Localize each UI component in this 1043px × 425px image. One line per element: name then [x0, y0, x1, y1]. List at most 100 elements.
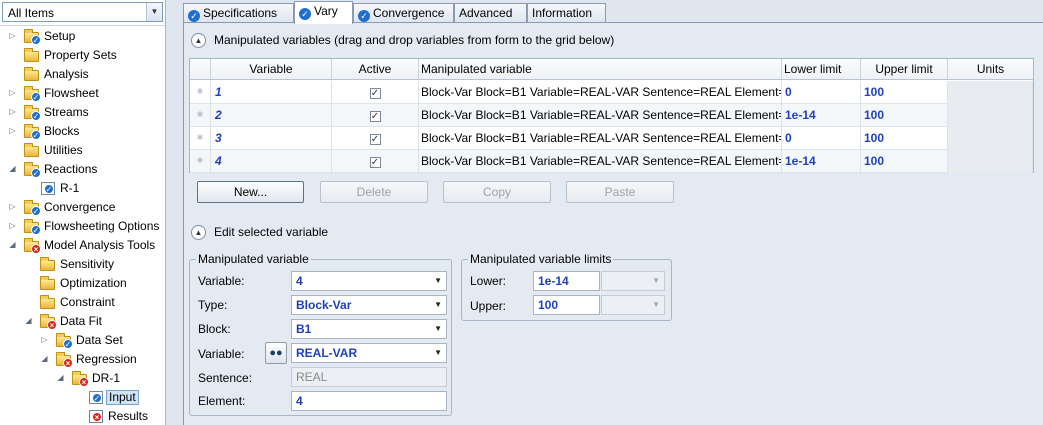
collapsed-triangle-icon[interactable]: ▷: [40, 335, 49, 345]
delete-button[interactable]: Delete: [320, 181, 428, 203]
cell-lower-limit[interactable]: 1e-14: [782, 150, 861, 173]
element-input[interactable]: 4: [291, 391, 447, 411]
tree-item-blocks[interactable]: ▷ ✓ Blocks: [0, 122, 165, 141]
tree-item-label: Constraint: [60, 295, 115, 309]
tree-item-convergence[interactable]: ▷ ✓ Convergence: [0, 198, 165, 217]
tree-item-results[interactable]: × Results: [0, 407, 165, 425]
cell-lower-limit[interactable]: 0: [782, 127, 861, 150]
expanded-triangle-icon[interactable]: ◢: [56, 373, 65, 383]
table-row[interactable]: ✱ 2 ✓ Block-Var Block=B1 Variable=REAL-VAR …: [190, 104, 1033, 127]
collapse-edit-section-icon[interactable]: ▲: [191, 225, 206, 240]
cell-active[interactable]: ✓: [332, 104, 419, 127]
copy-button[interactable]: Copy: [443, 181, 551, 203]
cell-variable[interactable]: 3: [211, 127, 332, 150]
tree-item-r-1[interactable]: ✓ R-1: [0, 179, 165, 198]
cell-lower-limit[interactable]: 1e-14: [782, 104, 861, 127]
tree-item-data-fit[interactable]: ◢ × Data Fit: [0, 312, 165, 331]
tree-item-label: Property Sets: [44, 48, 117, 62]
active-checkbox[interactable]: ✓: [369, 157, 381, 168]
tree-item-constraint[interactable]: Constraint: [0, 293, 165, 312]
collapsed-triangle-icon[interactable]: ▷: [8, 126, 17, 136]
tree-item-model-analysis-tools[interactable]: ◢ × Model Analysis Tools: [0, 236, 165, 255]
lower-input[interactable]: 1e-14: [533, 271, 600, 291]
cell-units: [948, 150, 1033, 173]
cell-manipulated-variable[interactable]: Block-Var Block=B1 Variable=REAL-VAR Sen…: [419, 81, 782, 104]
column-header-manipulated-variable[interactable]: Manipulated variable: [419, 59, 782, 80]
column-header-upper-limit[interactable]: Upper limit: [861, 59, 948, 80]
tree-item-streams[interactable]: ▷ ✓ Streams: [0, 103, 165, 122]
collapsed-triangle-icon[interactable]: ▷: [8, 88, 17, 98]
table-row[interactable]: ✱ 3 ✓ Block-Var Block=B1 Variable=REAL-VAR …: [190, 127, 1033, 150]
tree-item-optimization[interactable]: Optimization: [0, 274, 165, 293]
cell-upper-limit[interactable]: 100: [861, 127, 948, 150]
tab-advanced[interactable]: Advanced: [454, 3, 527, 23]
tree-item-regression[interactable]: ◢ × Regression: [0, 350, 165, 369]
column-header-lower-limit[interactable]: Lower limit: [782, 59, 861, 80]
expanded-triangle-icon[interactable]: ◢: [8, 164, 17, 174]
active-checkbox[interactable]: ✓: [369, 88, 381, 99]
tree-item-label: Blocks: [44, 124, 80, 138]
cell-manipulated-variable[interactable]: Block-Var Block=B1 Variable=REAL-VAR Sen…: [419, 150, 782, 173]
expanded-triangle-icon[interactable]: ◢: [40, 354, 49, 364]
active-checkbox[interactable]: ✓: [369, 134, 381, 145]
collapse-manipulated-section-icon[interactable]: ▲: [191, 33, 206, 48]
new-button[interactable]: New...: [197, 181, 304, 203]
expanded-triangle-icon[interactable]: ◢: [8, 240, 17, 250]
tab-information[interactable]: Information: [527, 3, 606, 23]
tree-item-setup[interactable]: ▷ ✓ Setup: [0, 27, 165, 46]
cell-manipulated-variable[interactable]: Block-Var Block=B1 Variable=REAL-VAR Sen…: [419, 104, 782, 127]
expanded-triangle-icon[interactable]: ◢: [24, 316, 33, 326]
cell-active[interactable]: ✓: [332, 150, 419, 173]
collapsed-triangle-icon[interactable]: ▷: [8, 202, 17, 212]
chevron-down-icon[interactable]: ▼: [146, 3, 162, 21]
collapsed-triangle-icon[interactable]: ▷: [8, 31, 17, 41]
cell-variable[interactable]: 2: [211, 104, 332, 127]
column-header-variable[interactable]: Variable: [211, 59, 332, 80]
tree-item-sensitivity[interactable]: Sensitivity: [0, 255, 165, 274]
block-select[interactable]: B1 ▼: [291, 319, 447, 339]
collapsed-triangle-icon[interactable]: ▷: [8, 221, 17, 231]
folder-icon: [24, 48, 40, 63]
cell-manipulated-variable[interactable]: Block-Var Block=B1 Variable=REAL-VAR Sen…: [419, 127, 782, 150]
tree-item-label: Reactions: [44, 162, 98, 176]
tree-item-utilities[interactable]: Utilities: [0, 141, 165, 160]
cell-active[interactable]: ✓: [332, 81, 419, 104]
tab-convergence[interactable]: ✓ Convergence: [353, 3, 454, 23]
binoculars-search-icon[interactable]: ●●: [265, 342, 287, 364]
table-row[interactable]: ✱ 1 ✓ Block-Var Block=B1 Variable=REAL-VAR …: [190, 81, 1033, 104]
tab-vary[interactable]: ✓ Vary: [294, 1, 353, 24]
tree-item-input[interactable]: ✓ Input: [0, 388, 165, 407]
table-row[interactable]: ✱ 4 ✓ Block-Var Block=B1 Variable=REAL-VAR …: [190, 150, 1033, 173]
tree-item-data-set[interactable]: ▷ ✓ Data Set: [0, 331, 165, 350]
upper-input[interactable]: 100: [533, 295, 600, 315]
variable-name-select[interactable]: REAL-VAR ▼: [291, 343, 447, 363]
tree-item-flowsheet[interactable]: ▷ ✓ Flowsheet: [0, 84, 165, 103]
active-checkbox[interactable]: ✓: [369, 111, 381, 122]
tree-item-label: Data Set: [76, 333, 123, 347]
tree-item-label: Setup: [44, 29, 76, 43]
paste-button[interactable]: Paste: [566, 181, 674, 203]
tree-item-analysis[interactable]: Analysis: [0, 65, 165, 84]
cell-variable[interactable]: 1: [211, 81, 332, 104]
tree-item-dr-1[interactable]: ◢ × DR-1: [0, 369, 165, 388]
tree-item-flowsheeting-options[interactable]: ▷ ✓ Flowsheeting Options: [0, 217, 165, 236]
check-status-icon: ✓: [188, 10, 200, 22]
cell-upper-limit[interactable]: 100: [861, 104, 948, 127]
folder-icon: [24, 67, 40, 82]
column-header-active[interactable]: Active: [332, 59, 419, 80]
type-select[interactable]: Block-Var ▼: [291, 295, 447, 315]
cell-upper-limit[interactable]: 100: [861, 150, 948, 173]
nav-filter-dropdown[interactable]: All Items ▼: [2, 2, 163, 22]
variable-select[interactable]: 4 ▼: [291, 271, 447, 291]
cell-upper-limit[interactable]: 100: [861, 81, 948, 104]
tree-item-reactions[interactable]: ◢ ✓ Reactions: [0, 160, 165, 179]
collapsed-triangle-icon[interactable]: ▷: [8, 107, 17, 117]
cell-active[interactable]: ✓: [332, 127, 419, 150]
cell-variable[interactable]: 4: [211, 150, 332, 173]
upper-units-select: ▼: [601, 295, 665, 315]
edit-section-title: Edit selected variable: [214, 225, 329, 239]
tab-specifications[interactable]: ✓ Specifications: [183, 3, 294, 23]
cell-lower-limit[interactable]: 0: [782, 81, 861, 104]
tree-item-property-sets[interactable]: Property Sets: [0, 46, 165, 65]
column-header-units[interactable]: Units: [948, 59, 1033, 80]
